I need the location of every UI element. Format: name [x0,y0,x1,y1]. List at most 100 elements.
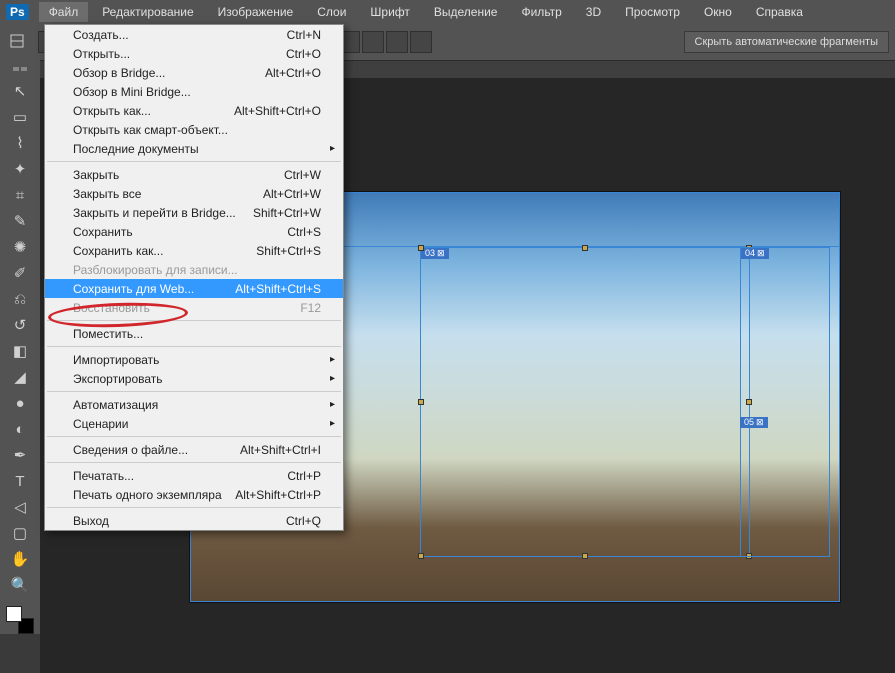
menu-изображение[interactable]: Изображение [208,2,304,22]
menu-фильтр[interactable]: Фильтр [511,2,571,22]
menu-item-label: Восстановить [73,301,300,315]
menu-окно[interactable]: Окно [694,2,742,22]
menu-item-label: Закрыть и перейти в Bridge... [73,206,253,220]
app-logo: Ps [6,4,29,20]
menu-item-shortcut: Ctrl+Q [286,514,321,528]
menu-просмотр[interactable]: Просмотр [615,2,690,22]
menu-item-label: Импортировать [73,353,321,367]
foreground-color[interactable] [6,606,22,622]
menu-item-label: Последние документы [73,142,321,156]
menu-item-label: Печать одного экземпляра [73,488,235,502]
menu-separator [47,161,341,162]
menu-item-shortcut: Alt+Shift+Ctrl+O [234,104,321,118]
menu-3d[interactable]: 3D [576,2,611,22]
menu-справка[interactable]: Справка [746,2,813,22]
menu-item[interactable]: Экспортировать [45,369,343,388]
menu-item-label: Сохранить для Web... [73,282,235,296]
tool-move[interactable]: ↖ [6,78,34,104]
slice-badge: 03⊠ [421,248,449,259]
menu-item[interactable]: Сценарии [45,414,343,433]
tool-zoom[interactable]: 🔍 [6,572,34,598]
tool-dodge[interactable]: ◐ [6,416,34,442]
menu-separator [47,462,341,463]
tool-eraser[interactable]: ◧ [6,338,34,364]
menu-item[interactable]: Закрыть и перейти в Bridge...Shift+Ctrl+… [45,203,343,222]
menu-item[interactable]: Сохранить как...Shift+Ctrl+S [45,241,343,260]
menu-item-label: Сценарии [73,417,321,431]
menu-item[interactable]: Открыть...Ctrl+O [45,44,343,63]
menu-item[interactable]: Закрыть всеAlt+Ctrl+W [45,184,343,203]
menu-item-shortcut: Ctrl+N [287,28,321,42]
menu-item-shortcut: Shift+Ctrl+W [253,206,321,220]
tool-blur[interactable]: ● [6,390,34,416]
menu-item-label: Автоматизация [73,398,321,412]
menu-item-label: Открыть как смарт-объект... [73,123,321,137]
menu-item[interactable]: ЗакрытьCtrl+W [45,165,343,184]
tool-hand[interactable]: ✋ [6,546,34,572]
tool-pen[interactable]: ✒ [6,442,34,468]
menu-item[interactable]: Открыть как смарт-объект... [45,120,343,139]
tool-path[interactable]: ◁ [6,494,34,520]
menu-item[interactable]: Автоматизация [45,395,343,414]
menu-separator [47,346,341,347]
opt-icon[interactable] [410,31,432,53]
slice-right[interactable]: 04⊠ [740,247,830,557]
tool-history[interactable]: ↺ [6,312,34,338]
tool-brush[interactable]: ✐ [6,260,34,286]
tool-eyedropper[interactable]: ✎ [6,208,34,234]
menu-item[interactable]: Открыть как...Alt+Shift+Ctrl+O [45,101,343,120]
menu-item: ВосстановитьF12 [45,298,343,317]
menu-item[interactable]: Поместить... [45,324,343,343]
slice-main[interactable]: 03⊠ [420,247,750,557]
menu-item-shortcut: Alt+Shift+Ctrl+I [240,443,321,457]
menu-item[interactable]: Импортировать [45,350,343,369]
menu-item-shortcut: Alt+Ctrl+W [263,187,321,201]
menu-слои[interactable]: Слои [307,2,356,22]
menu-item[interactable]: Создать...Ctrl+N [45,25,343,44]
menu-item-label: Сведения о файле... [73,443,240,457]
slice-badge: 04⊠ [741,248,769,259]
menu-item[interactable]: ВыходCtrl+Q [45,511,343,530]
menu-item-shortcut: Ctrl+W [284,168,321,182]
menu-item-label: Поместить... [73,327,321,341]
menu-выделение[interactable]: Выделение [424,2,508,22]
menu-item-shortcut: Ctrl+P [287,469,321,483]
menu-шрифт[interactable]: Шрифт [360,2,419,22]
toolbox-collapse-handle[interactable] [4,64,36,74]
menu-separator [47,436,341,437]
tool-stamp[interactable]: ⎌ [6,286,34,312]
menu-separator [47,507,341,508]
opt-icon[interactable] [386,31,408,53]
tool-crop[interactable]: ⌗ [6,182,34,208]
menu-item[interactable]: Последние документы [45,139,343,158]
menu-item-shortcut: Alt+Shift+Ctrl+P [235,488,321,502]
file-menu-dropdown: Создать...Ctrl+NОткрыть...Ctrl+OОбзор в … [44,24,344,531]
menu-separator [47,391,341,392]
foreground-background-swatch[interactable] [6,606,34,634]
tool-shape[interactable]: ▢ [6,520,34,546]
menubar: Ps ФайлРедактированиеИзображениеСлоиШриф… [0,0,895,24]
menu-item-shortcut: F12 [300,301,321,315]
tool-heal[interactable]: ✺ [6,234,34,260]
tool-type[interactable]: T [6,468,34,494]
menu-item-label: Сохранить как... [73,244,256,258]
menu-item-label: Создать... [73,28,287,42]
tool-gradient[interactable]: ◢ [6,364,34,390]
menu-item: Разблокировать для записи... [45,260,343,279]
menu-item[interactable]: Печать одного экземпляраAlt+Shift+Ctrl+P [45,485,343,504]
tool-lasso[interactable]: ⌇ [6,130,34,156]
tool-wand[interactable]: ✦ [6,156,34,182]
active-tool-indicator [6,30,30,54]
menu-item[interactable]: Сведения о файле...Alt+Shift+Ctrl+I [45,440,343,459]
tool-marquee[interactable]: ▭ [6,104,34,130]
opt-icon[interactable] [362,31,384,53]
hide-auto-slices-button[interactable]: Скрыть автоматические фрагменты [684,31,889,53]
menu-item[interactable]: СохранитьCtrl+S [45,222,343,241]
menu-item[interactable]: Сохранить для Web...Alt+Shift+Ctrl+S [45,279,343,298]
menu-редактирование[interactable]: Редактирование [92,2,203,22]
menu-файл[interactable]: Файл [39,2,89,22]
menu-item[interactable]: Печатать...Ctrl+P [45,466,343,485]
menu-item[interactable]: Обзор в Mini Bridge... [45,82,343,101]
menu-separator [47,320,341,321]
menu-item[interactable]: Обзор в Bridge...Alt+Ctrl+O [45,63,343,82]
